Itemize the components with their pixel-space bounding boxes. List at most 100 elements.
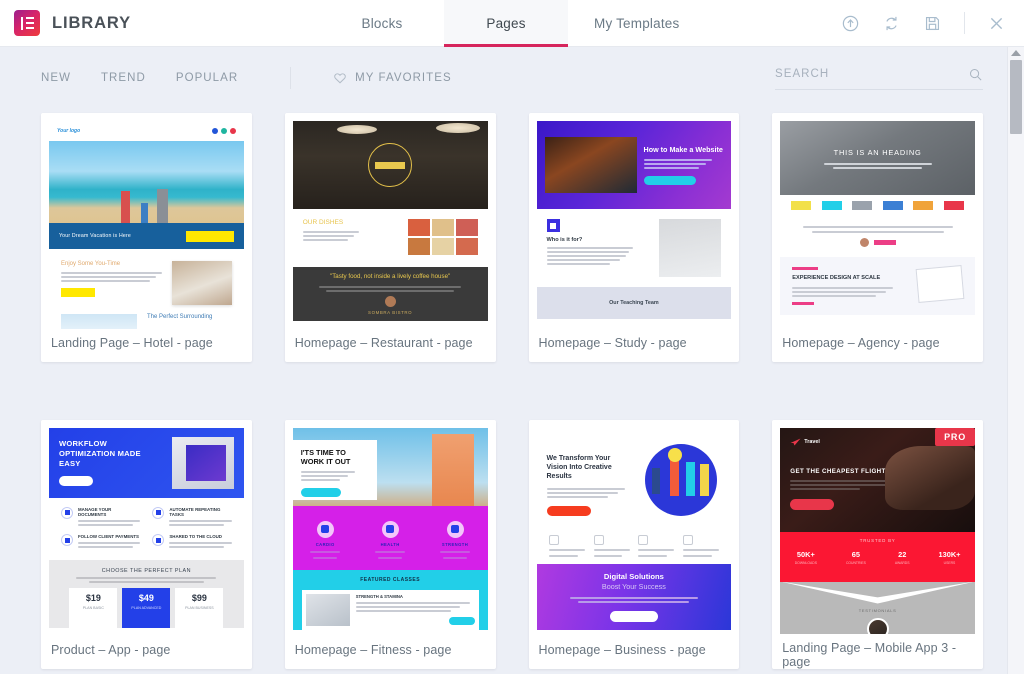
close-icon[interactable]: [987, 14, 1006, 33]
thumb-section-heading: Enjoy Some You-Time: [61, 261, 121, 267]
shield-icon: [638, 534, 649, 545]
thumb-feature-label: HEALTH: [380, 541, 400, 547]
page-scrollbar[interactable]: [1007, 47, 1024, 674]
header-actions: [841, 0, 1024, 46]
thumb-hero-card: I'TS TIME TO WORK IT OUT: [292, 439, 377, 500]
thumb-feature: STRENGTH: [440, 520, 471, 559]
thumb-stat: 65 COUNTRIES: [846, 550, 866, 565]
thumb-pricing-section: CHOOSE THE PERFECT PLAN $19 PLAN BASIC $…: [49, 559, 244, 628]
thumb-pricing-heading: CHOOSE THE PERFECT PLAN: [101, 567, 191, 574]
tab-my-templates[interactable]: My Templates: [568, 0, 705, 46]
thumb-footer-image: [61, 314, 137, 329]
my-favorites-label: MY FAVORITES: [355, 72, 452, 84]
thumb-logo: [368, 143, 413, 187]
thumb-plan-name: PLAN BASIC: [82, 605, 104, 610]
thumb-class-title: STRENGTH & STAMINA: [355, 593, 403, 599]
thumb-features: MANAGE YOUR DOCUMENTS AUTOMATE REPEATING…: [49, 497, 244, 560]
elementor-logo-icon: [14, 10, 40, 36]
thumb-hero-image: WORKFLOW OPTIMIZATION MADE EASY: [49, 427, 244, 498]
thumb-hero: We Transform Your Vision Into Creative R…: [536, 427, 732, 528]
library-header: LIBRARY Blocks Pages My Templates: [0, 0, 1024, 47]
thumb-section-heading: FEATURED CLASSES: [360, 576, 421, 583]
thumb-hero-subtext: [823, 162, 932, 169]
search-icon[interactable]: [968, 67, 983, 82]
search-input[interactable]: [775, 68, 960, 80]
thumb-stat-label: DOWNLOADS: [794, 560, 817, 565]
thumb-icon-item: [682, 534, 719, 557]
filter-new[interactable]: NEW: [41, 72, 71, 84]
thumb-footer: Our Teaching Team: [536, 287, 732, 319]
thumb-stat: 130K+ USERS: [938, 550, 960, 565]
thumb-hero-figure: [431, 433, 474, 506]
thumb-avatar: [859, 237, 869, 247]
template-card-business[interactable]: We Transform Your Vision Into Creative R…: [528, 419, 740, 669]
filter-bar: NEW TREND POPULAR MY FAVORITES: [0, 47, 1024, 109]
template-card-study[interactable]: How to Make a Website Who is it for? Our…: [528, 113, 740, 362]
thumb-avatar: [384, 296, 396, 307]
upload-icon[interactable]: [841, 14, 860, 33]
brand: LIBRARY: [0, 0, 320, 46]
thumb-illustration: [915, 265, 965, 303]
thumb-hero-photo: [885, 445, 975, 510]
thumb-hero-image: [292, 121, 488, 209]
template-card-mobile-app[interactable]: PRO Travel GET THE CHEAPEST FLIGHTS TRUS…: [772, 419, 983, 669]
thumb-feature-title: SHARED TO THE CLOUD: [169, 534, 222, 539]
thumb-stat-value: 130K+: [938, 549, 961, 559]
thumb-icon-item: [593, 534, 630, 557]
thumb-plan: $99 PLAN BUSINESS: [175, 587, 224, 628]
thumb-feature-icon: [61, 534, 73, 546]
thumb-logo-text: Travel: [804, 438, 820, 445]
filter-my-favorites[interactable]: MY FAVORITES: [333, 71, 452, 85]
thumb-body: Enjoy Some You-Time: [49, 249, 244, 305]
scrollbar-thumb[interactable]: [1010, 60, 1022, 134]
tab-blocks[interactable]: Blocks: [320, 0, 444, 46]
thumb-link-button: [873, 239, 896, 245]
thumb-body: OUR DISHES: [292, 209, 488, 267]
shoe-icon: [316, 520, 334, 538]
sync-icon[interactable]: [882, 14, 901, 33]
thumb-hero-heading: I'TS TIME TO WORK IT OUT: [300, 447, 351, 466]
thumb-banner-button: [609, 610, 658, 622]
thumb-stats: 50K+ DOWNLOADS 65 COUNTRIES 22 AWARDS 13…: [780, 550, 975, 565]
thumb-hero-image: I'TS TIME TO WORK IT OUT: [292, 427, 488, 506]
template-card-hotel[interactable]: Your logo Your Dream Vacation is Here En…: [41, 113, 252, 362]
thumb-hero-image: Your Dream Vacation is Here: [49, 141, 244, 249]
tab-pages[interactable]: Pages: [444, 0, 568, 47]
filter-trend[interactable]: TREND: [101, 72, 146, 84]
thumb-hero-image: THIS IS AN HEADING: [780, 121, 975, 195]
thumb-plan-name: PLAN BUSINESS: [185, 605, 214, 610]
thumb-feature: MANAGE YOUR DOCUMENTS: [61, 506, 141, 529]
template-label: Homepage – Business - page: [538, 642, 706, 657]
thumb-stat: 50K+ DOWNLOADS: [795, 550, 817, 565]
template-card-fitness[interactable]: I'TS TIME TO WORK IT OUT CARDIO HEALTH S…: [284, 419, 496, 669]
thumb-icon-row: [536, 527, 732, 564]
thumb-feature-title: FOLLOW CLIENT PAYMENTS: [78, 534, 139, 539]
save-icon[interactable]: [923, 14, 942, 33]
template-label: Product – App - page: [51, 642, 171, 657]
scissors-icon: [548, 534, 559, 545]
heart-icon: [334, 73, 346, 84]
template-card-app[interactable]: WORKFLOW OPTIMIZATION MADE EASY MANAGE Y…: [41, 419, 252, 669]
filter-list: NEW TREND POPULAR MY FAVORITES: [41, 67, 452, 89]
library-tabs: Blocks Pages My Templates: [320, 0, 705, 47]
template-label: Homepage – Fitness - page: [294, 642, 452, 657]
thumb-cta-button: [643, 176, 696, 185]
thumb-nav-dots: [211, 128, 236, 134]
template-label: Landing Page – Mobile App 3 - page: [782, 640, 957, 669]
template-thumbnail: THIS IS AN HEADING EXPERIENCE DESIGN AT …: [780, 121, 975, 329]
thumb-hero-banner: Your Dream Vacation is Here: [49, 223, 244, 249]
filter-popular[interactable]: POPULAR: [176, 72, 238, 84]
thumb-plan-highlighted: $49 PLAN ADVANCED: [122, 587, 171, 628]
thumb-body: Who is it for?: [536, 209, 732, 287]
thumb-classes-section: FEATURED CLASSES STRENGTH & STAMINA: [292, 569, 488, 630]
chevron-up-icon[interactable]: [1011, 50, 1021, 56]
template-card-restaurant[interactable]: OUR DISHES "Tasty food, not inside a liv…: [284, 113, 496, 362]
thumb-feature: CARDIO: [310, 520, 341, 559]
thumb-section: EXPERIENCE DESIGN AT SCALE: [780, 257, 975, 315]
thumb-cta-button: [546, 505, 591, 516]
heart-icon: [381, 520, 399, 538]
thumb-section-heading: EXPERIENCE DESIGN AT SCALE: [792, 275, 881, 281]
template-card-agency[interactable]: THIS IS AN HEADING EXPERIENCE DESIGN AT …: [772, 113, 983, 362]
thumb-logo-strip: [780, 195, 975, 215]
thumb-illustration: [634, 440, 721, 516]
